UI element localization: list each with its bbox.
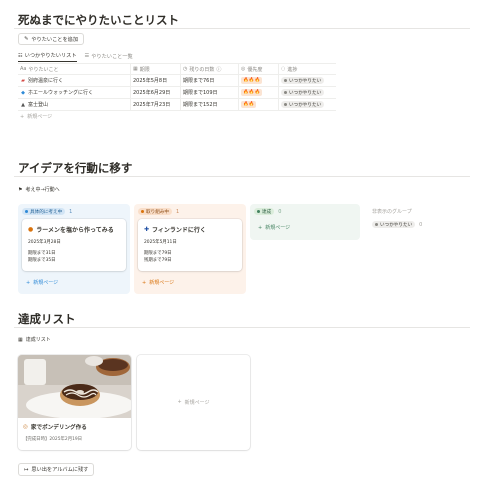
board-card[interactable]: ✚ フィンランドに行く 2025年5月11日 期限まで79日 残期まで79日: [138, 219, 242, 271]
table-header: Aa やりたいこと ▦ 期限 ◷ 残りの日数 ⓘ ◎ 優先度 ◌ 進捗: [18, 63, 336, 75]
board-column-in-progress: 取り組み中 1 ✚ フィンランドに行く 2025年5月11日 期限まで79日 残期…: [134, 204, 246, 294]
plus-icon: +: [142, 279, 147, 286]
row-deadline: 2025年5月8日: [133, 78, 168, 84]
ramen-icon: ●: [28, 226, 34, 233]
row-deadline: 2025年7月23日: [133, 102, 171, 108]
divider: [14, 327, 470, 328]
board-column-achieved: 達成 0 + 新規ページ: [250, 204, 360, 240]
tab-wish-overview[interactable]: ☰ やりたいこと一覧: [85, 50, 133, 62]
row-remaining: 期限まで152日: [183, 102, 218, 108]
new-page-button[interactable]: + 新規ページ: [258, 224, 290, 232]
priority-tag: 🔥🔥: [241, 101, 257, 108]
priority-tag: 🔥🔥🔥: [241, 89, 263, 96]
plus-icon: +: [177, 399, 182, 405]
column-header-remaining[interactable]: ◷ 残りの日数 ⓘ: [181, 63, 239, 75]
hidden-group-tag: いつかやりたい: [372, 221, 416, 228]
wish-table: Aa やりたいこと ▦ 期限 ◷ 残りの日数 ⓘ ◎ 優先度 ◌ 進捗 ▰ 別府温泉に行く 2…: [18, 63, 336, 122]
row-deadline: 2025年6月29日: [133, 90, 171, 96]
board-view-label[interactable]: ⚑ 考え中→行動へ: [18, 186, 60, 194]
car-icon: ▰: [21, 77, 25, 84]
plus-icon: +: [26, 279, 31, 286]
group-count: 0: [278, 208, 282, 215]
hidden-groups-label: 非表示のグループ: [372, 209, 412, 215]
gallery-icon: ▦: [18, 336, 23, 343]
status-icon: ◌: [281, 66, 286, 72]
save-to-album-button[interactable]: ↦ 思い出をアルバムに残す: [18, 463, 95, 476]
gallery-new-page[interactable]: + 新規ページ: [137, 355, 250, 450]
mountain-icon: ▲: [21, 101, 25, 108]
priority-tag: 🔥🔥🔥: [241, 77, 263, 84]
board-card[interactable]: ● ラーメンを塩から作ってみる 2025年3月28日 期限まで31日 期限まで35…: [22, 219, 126, 271]
card-remaining: 期限まで31日: [28, 251, 56, 256]
group-tag[interactable]: 具体的に考え中: [22, 208, 66, 215]
view-tabs: ☷ いつかやりたいリスト ☰ やりたいこと一覧: [18, 50, 133, 62]
plus-icon: +: [258, 224, 263, 231]
row-remaining: 期限まで109日: [183, 90, 218, 96]
column-header-status[interactable]: ◌ 進捗: [279, 63, 336, 75]
group-count: 1: [175, 208, 180, 215]
hidden-group-count: 0: [419, 221, 423, 228]
formula-icon: ◷: [183, 66, 188, 72]
status-tag: いつかやりたい: [281, 89, 325, 96]
row-title[interactable]: ホエールウォッチングに行く: [28, 89, 93, 96]
board-column-considering: 具体的に考え中 1 ● ラーメンを塩から作ってみる 2025年3月28日 期限まで…: [18, 204, 130, 294]
column-header-title[interactable]: Aa やりたいこと: [18, 63, 131, 75]
section-title-achieved: 達成リスト: [18, 312, 76, 326]
gallery-card-meta: 【完成日時】2025年2月19日: [23, 437, 83, 442]
gallery-card[interactable]: ◎ 家でポンデリング作る 【完成日時】2025年2月19日: [18, 355, 131, 450]
table-row[interactable]: ▲ 富士登山 2025年7月23日 期限まで152日 🔥🔥 いつかやりたい: [18, 98, 336, 111]
column-header-priority[interactable]: ◎ 優先度: [239, 63, 279, 75]
row-title[interactable]: 別府温泉に行く: [28, 77, 63, 84]
card-remaining: 残期まで79日: [144, 258, 172, 263]
section-title-ideas: アイデアを行動に移す: [18, 161, 133, 175]
title-icon: Aa: [20, 66, 27, 72]
divider: [14, 28, 470, 29]
whale-icon: ◆: [21, 89, 25, 96]
list-icon: ☰: [84, 53, 90, 59]
section-title-bucket-list: 死ぬまでにやりたいことリスト: [18, 13, 179, 27]
donut-photo: [18, 355, 131, 419]
arrow-into-icon: ↦: [24, 466, 29, 473]
divider: [14, 176, 470, 177]
gallery-card-title: ◎ 家でポンデリング作る: [23, 424, 87, 431]
pencil-icon: ✎: [24, 36, 29, 42]
column-header-deadline[interactable]: ▦ 期限: [131, 63, 181, 75]
card-date: 2025年5月11日: [144, 240, 177, 245]
card-remaining: 期限まで35日: [28, 258, 56, 263]
row-remaining: 期限まで76日: [183, 78, 215, 84]
add-wish-button[interactable]: ✎ やりたいことを追加: [18, 33, 85, 45]
table-icon: ☷: [18, 52, 23, 59]
table-row[interactable]: ◆ ホエールウォッチングに行く 2025年6月29日 期限まで109日 🔥🔥🔥 い…: [18, 86, 336, 99]
group-count: 1: [69, 208, 73, 215]
group-tag[interactable]: 取り組み中: [138, 208, 172, 215]
card-date: 2025年3月28日: [28, 240, 61, 245]
running-figure-icon: ⚑: [18, 186, 23, 193]
status-tag: いつかやりたい: [281, 77, 325, 84]
table-row[interactable]: ▰ 別府温泉に行く 2025年5月8日 期限まで76日 🔥🔥🔥 いつかやりたい: [18, 74, 336, 87]
new-page-button[interactable]: + 新規ページ: [142, 279, 174, 287]
card-remaining: 期限まで79日: [144, 251, 172, 256]
row-title[interactable]: 富士登山: [28, 101, 48, 108]
finland-flag-icon: ✚: [144, 226, 150, 233]
hidden-group-item[interactable]: いつかやりたい 0: [372, 221, 422, 228]
calendar-icon: ▦: [133, 66, 138, 72]
info-icon: ⓘ: [216, 66, 222, 73]
new-page-button[interactable]: + 新規ページ: [26, 279, 58, 287]
plus-icon: +: [20, 113, 25, 120]
tab-someday-list[interactable]: ☷ いつかやりたいリスト: [18, 50, 77, 62]
donut-icon: ◎: [23, 424, 28, 430]
group-tag[interactable]: 達成: [254, 208, 275, 215]
gallery-view-label[interactable]: ▦ 達成リスト: [18, 336, 51, 344]
new-page-row[interactable]: + 新規ページ: [18, 111, 336, 122]
status-tag: いつかやりたい: [281, 101, 325, 108]
select-icon: ◎: [241, 66, 246, 72]
